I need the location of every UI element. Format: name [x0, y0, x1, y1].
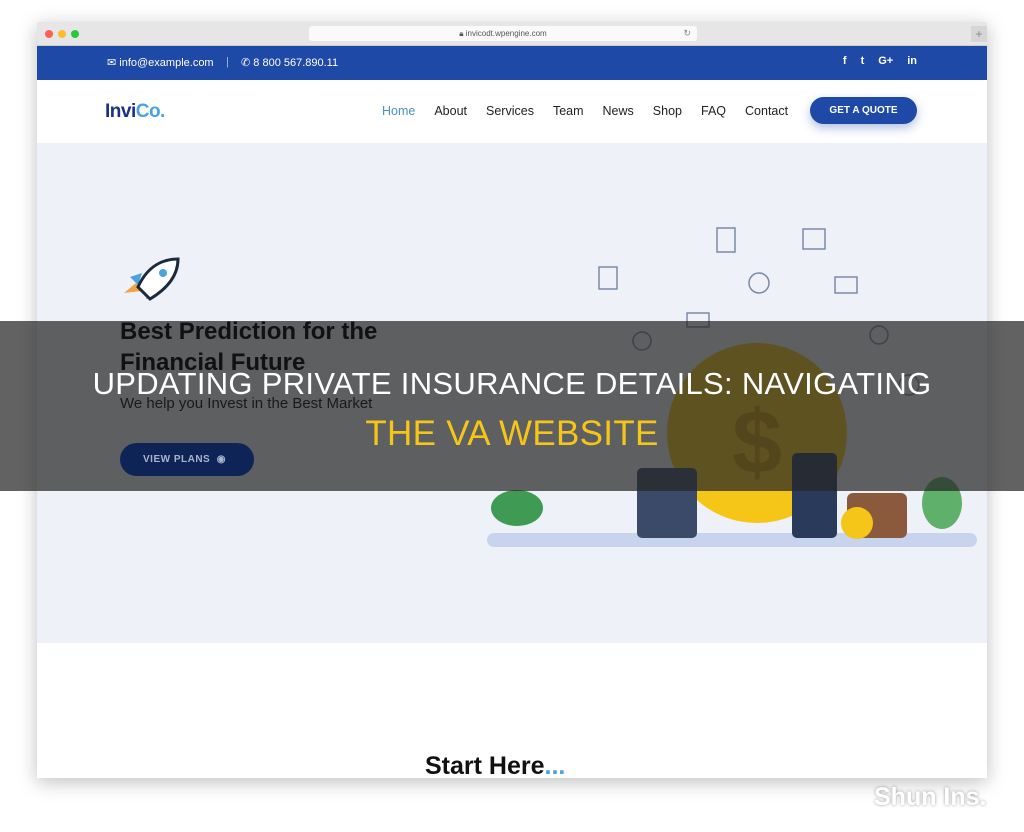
- maximize-window-button[interactable]: [71, 30, 79, 38]
- nav-services[interactable]: Services: [486, 104, 534, 118]
- minimize-window-button[interactable]: [58, 30, 66, 38]
- nav-shop[interactable]: Shop: [653, 104, 682, 118]
- linkedin-icon[interactable]: in: [907, 55, 917, 67]
- address-bar[interactable]: 🔒︎ invicodt.wpengine.com ↻: [309, 26, 697, 41]
- watermark: Shun Ins.: [874, 783, 987, 811]
- twitter-icon[interactable]: t: [861, 55, 865, 67]
- phone-link[interactable]: ✆ 8 800 567.890.11: [241, 56, 338, 69]
- new-tab-button[interactable]: +: [971, 26, 987, 42]
- main-nav: InviCo. Home About Services Team News Sh…: [37, 80, 987, 143]
- rocket-icon: [124, 257, 180, 301]
- reload-icon[interactable]: ↻: [683, 26, 691, 41]
- nav-home[interactable]: Home: [382, 104, 415, 118]
- nav-about[interactable]: About: [434, 104, 467, 118]
- nav-contact[interactable]: Contact: [745, 104, 788, 118]
- logo[interactable]: InviCo.: [105, 101, 165, 123]
- get-a-quote-button[interactable]: GET A QUOTE: [810, 97, 917, 124]
- overlay-title-line1: UPDATING PRIVATE INSURANCE DETAILS: NAVI…: [92, 366, 932, 401]
- eye-icon: ◉: [213, 454, 227, 465]
- phone-icon: ✆: [241, 57, 254, 69]
- browser-toolbar: 🔒︎ invicodt.wpengine.com ↻ +: [37, 22, 987, 46]
- section-title: Start Here...: [425, 752, 566, 778]
- social-links: f t G+ in: [843, 55, 917, 67]
- google-plus-icon[interactable]: G+: [878, 55, 893, 67]
- nav-faq[interactable]: FAQ: [701, 104, 726, 118]
- nav-news[interactable]: News: [603, 104, 634, 118]
- nav-team[interactable]: Team: [553, 104, 584, 118]
- email-link[interactable]: ✉ info@example.com: [107, 56, 214, 69]
- overlay-title-line2: THE VA WEBSITE: [365, 414, 659, 453]
- close-window-button[interactable]: [45, 30, 53, 38]
- envelope-icon: ✉: [107, 57, 120, 69]
- divider: |: [226, 56, 229, 68]
- facebook-icon[interactable]: f: [843, 55, 847, 67]
- contact-bar: ✉ info@example.com | ✆ 8 800 567.890.11 …: [37, 46, 987, 80]
